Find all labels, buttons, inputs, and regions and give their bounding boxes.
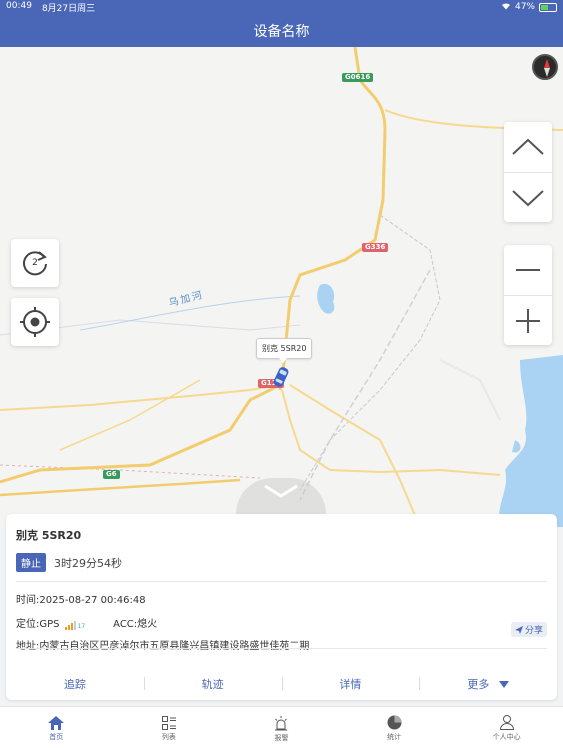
share-button[interactable]: 分享 [510,622,547,637]
action-bar: 追踪 轨迹 详情 更多 [6,676,557,692]
zoom-in-button[interactable] [504,295,552,345]
tab-stats-label: 统计 [387,733,402,741]
track-label: 追踪 [63,678,86,691]
time-label: 时间: [16,595,40,606]
vehicle-plate: 别克 5SR20 [16,529,82,542]
nav-bar: 设备名称 [0,14,563,47]
status-badge: 静止 [16,553,46,572]
tab-list[interactable]: 列表 [113,707,226,750]
status-bar: 00:49 8月27日周三 47% [0,0,563,14]
chevron-up-button[interactable] [504,122,552,172]
compass-icon[interactable] [532,54,558,80]
caret-down-icon [498,681,509,688]
vehicle-label-text: 别克 5SR20 [262,344,307,353]
zoom-out-button[interactable] [504,245,552,295]
list-icon [161,715,176,730]
satellite-count: 17 [77,623,86,630]
acc-label: ACC: [113,619,138,630]
road-shield-g336: G336 [362,243,389,252]
trajectory-button[interactable]: 轨迹 [143,676,282,692]
address-value: 内蒙古自治区巴彦淖尔市五原县隆兴昌镇建设路盛世佳苑二期 [39,641,310,652]
refresh-button[interactable]: 2 [11,239,59,287]
acc-value: 熄火 [137,619,158,630]
home-icon [48,715,65,730]
zoom-in-icon [516,308,540,333]
chevron-down-icon [264,484,298,498]
tab-stats[interactable]: 统计 [338,707,451,750]
divider [16,648,547,649]
road-shield-g0616: G0616 [342,73,374,82]
details-label: 详情 [339,678,362,691]
battery-percent: 47% [514,2,535,12]
chart-icon [387,715,402,730]
status-duration: 3时29分54秒 [54,556,122,570]
locate-row: 定位: GPS 17 ACC: 熄火 [16,613,547,637]
tab-home-label: 首页 [49,732,64,741]
vehicle-info-card: 别克 5SR20 静止 3时29分54秒 时间: 2025-08-27 00:4… [6,514,557,700]
tab-bar: 首页 列表 报警 统计 个人中心 [0,706,563,750]
road-shield-g6: G6 [103,470,120,479]
status-time: 00:49 [6,0,32,11]
vehicle-label[interactable]: 别克 5SR20 [256,338,313,363]
refresh-count: 2 [32,258,38,268]
wifi-icon [501,2,511,13]
tab-list-label: 列表 [161,732,176,741]
share-icon [514,625,523,634]
user-icon [499,715,514,730]
tab-alarm[interactable]: 报警 [225,707,338,750]
time-value: 2025-08-27 00:46:48 [39,595,146,606]
tab-home[interactable]: 首页 [0,707,113,750]
alarm-icon [275,715,288,730]
zoom-controls [504,245,552,345]
pan-controls [504,122,552,222]
map-view[interactable]: G0616 G336 G110 G6 乌加河 [0,47,563,527]
chevron-down-button[interactable] [504,172,552,222]
page-title: 设备名称 [253,23,310,40]
tab-profile-label: 个人中心 [492,733,521,741]
trajectory-label: 轨迹 [201,678,224,691]
battery-icon [539,2,557,12]
locate-label: 定位: [16,619,40,630]
track-button[interactable]: 追踪 [6,676,144,692]
share-label: 分享 [524,626,543,636]
time-row: 时间: 2025-08-27 00:46:48 [16,591,547,611]
address-row: 地址: 内蒙古自治区巴彦淖尔市五原县隆兴昌镇建设路盛世佳苑二期 [16,637,547,657]
map-background [0,47,563,527]
chevron-down-icon [512,189,544,206]
tab-alarm-label: 报警 [274,733,289,742]
more-label: 更多 [467,678,490,691]
status-date: 8月27日周三 [41,3,96,14]
locate-icon [20,307,50,337]
locate-value: GPS [39,619,60,630]
zoom-out-icon [516,269,540,271]
signal-icon [64,620,76,630]
locate-button[interactable] [11,298,59,346]
details-button[interactable]: 详情 [281,676,420,692]
chevron-up-icon [512,138,544,155]
divider [16,581,547,582]
address-label: 地址: [16,641,40,652]
more-button[interactable]: 更多 [419,676,557,692]
tab-profile[interactable]: 个人中心 [450,707,563,750]
